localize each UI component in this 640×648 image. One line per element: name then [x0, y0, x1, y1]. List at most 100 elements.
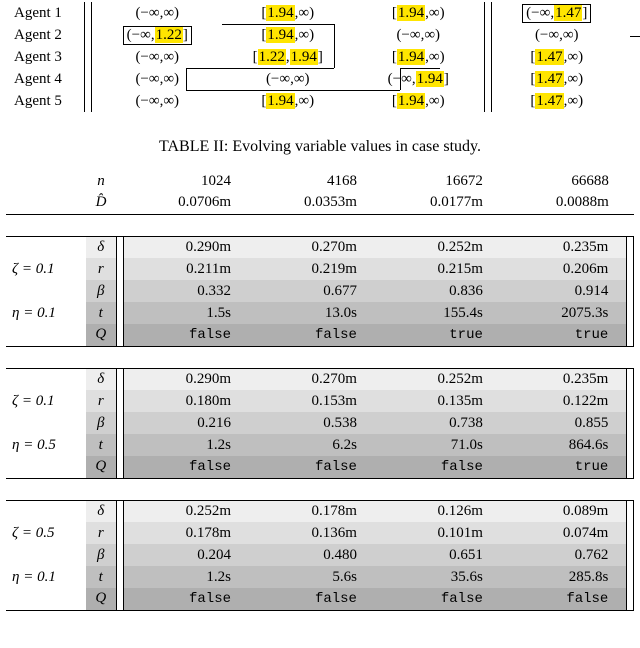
header-n: n	[86, 170, 117, 192]
agent-label: Agent 4	[6, 68, 84, 90]
header-d: D̂	[86, 192, 117, 214]
table-caption: TABLE II: Evolving variable values in ca…	[6, 138, 634, 156]
value-cell: false	[123, 588, 249, 610]
step-outline	[400, 68, 440, 69]
value-cell: 285.8s	[501, 566, 627, 588]
value-cell: 0.270m	[249, 236, 375, 258]
value-cell: 0.290m	[123, 236, 249, 258]
value-cell: 0.074m	[501, 522, 627, 544]
value-cell: 0.204	[123, 544, 249, 566]
step-outline	[186, 90, 400, 91]
header-n-value: 16672	[375, 170, 501, 192]
value-cell: 5.6s	[249, 566, 375, 588]
value-cell: 0.762	[501, 544, 627, 566]
agent-label: Agent 5	[6, 90, 84, 112]
row-symbol: r	[86, 522, 117, 544]
header-d-value: 0.0088m	[501, 192, 627, 214]
interval-cell: [1.47,∞)	[492, 90, 623, 112]
row-symbol: β	[86, 412, 117, 434]
agent-label: Agent 1	[6, 2, 84, 24]
step-outline	[334, 24, 335, 68]
value-cell: 0.235m	[501, 368, 627, 390]
value-cell: 0.270m	[249, 368, 375, 390]
interval-cell: [1.94,∞)	[223, 2, 354, 24]
value-cell: false	[123, 456, 249, 478]
interval-cell: (−∞,∞)	[92, 46, 223, 68]
agent-label: Agent 3	[6, 46, 84, 68]
row-symbol: β	[86, 544, 117, 566]
value-cell: 0.677	[249, 280, 375, 302]
interval-cell: [1.94,∞)	[223, 90, 354, 112]
value-cell: false	[375, 588, 501, 610]
value-cell: 0.178m	[249, 500, 375, 522]
interval-cell: (−∞,∞)	[92, 90, 223, 112]
value-cell: false	[249, 456, 375, 478]
group-eta: η = 0.5	[6, 434, 86, 456]
row-symbol: δ	[86, 500, 117, 522]
boxed-interval: (−∞,1.47]	[522, 4, 591, 23]
group-eta: η = 0.1	[6, 302, 86, 324]
value-cell: 2075.3s	[501, 302, 627, 324]
value-cell: false	[249, 324, 375, 346]
value-cell: 0.252m	[375, 236, 501, 258]
value-cell: 0.089m	[501, 500, 627, 522]
group-zeta: ζ = 0.1	[6, 390, 86, 412]
agent-row: Agent 2(−∞,1.22][1.94,∞)(−∞,∞)(−∞,∞)	[6, 24, 634, 46]
value-cell: 0.215m	[375, 258, 501, 280]
interval-cell: (−∞,1.47]	[492, 2, 623, 24]
value-cell: 0.651	[375, 544, 501, 566]
row-symbol: r	[86, 258, 117, 280]
header-n-value: 1024	[123, 170, 249, 192]
agent-row: Agent 1(−∞,∞)[1.94,∞)[1.94,∞)(−∞,1.47]	[6, 2, 634, 24]
value-cell: 0.206m	[501, 258, 627, 280]
value-cell: 0.914	[501, 280, 627, 302]
value-cell: false	[375, 456, 501, 478]
value-cell: 0.855	[501, 412, 627, 434]
value-cell: 0.235m	[501, 236, 627, 258]
value-cell: 864.6s	[501, 434, 627, 456]
agent-row: Agent 3(−∞,∞)[1.22,1.94][1.94,∞)[1.47,∞)	[6, 46, 634, 68]
interval-cell: (−∞,1.94]	[353, 68, 484, 90]
row-symbol: Q	[86, 324, 117, 346]
boxed-interval: (−∞,1.22]	[123, 26, 192, 45]
interval-cell: (−∞,∞)	[492, 24, 623, 46]
step-outline	[186, 68, 187, 90]
interval-cell: (−∞,1.22]	[92, 24, 223, 46]
value-cell: 0.122m	[501, 390, 627, 412]
value-cell: 0.153m	[249, 390, 375, 412]
interval-cell: (−∞,∞)	[92, 2, 223, 24]
value-cell: 0.480	[249, 544, 375, 566]
value-cell: 0.332	[123, 280, 249, 302]
row-symbol: r	[86, 390, 117, 412]
interval-cell: [1.94,∞)	[353, 2, 484, 24]
group-zeta: ζ = 0.5	[6, 522, 86, 544]
value-cell: true	[501, 456, 627, 478]
value-cell: 155.4s	[375, 302, 501, 324]
value-cell: 0.135m	[375, 390, 501, 412]
value-cell: 0.178m	[123, 522, 249, 544]
header-d-value: 0.0177m	[375, 192, 501, 214]
agent-row: Agent 4(−∞,∞)(−∞,∞)(−∞,1.94][1.47,∞)	[6, 68, 634, 90]
value-cell: 1.5s	[123, 302, 249, 324]
row-symbol: t	[86, 434, 117, 456]
interval-cell: [1.94,∞)	[353, 90, 484, 112]
value-cell: 0.538	[249, 412, 375, 434]
value-cell: 6.2s	[249, 434, 375, 456]
interval-cell: (−∞,∞)	[353, 24, 484, 46]
group-eta: η = 0.1	[6, 566, 86, 588]
value-cell: 0.738	[375, 412, 501, 434]
value-cell: 13.0s	[249, 302, 375, 324]
value-cell: false	[123, 324, 249, 346]
value-cell: 0.180m	[123, 390, 249, 412]
step-outline	[222, 24, 334, 25]
interval-cell: [1.94,∞)	[353, 46, 484, 68]
header-n-value: 66688	[501, 170, 627, 192]
interval-cell: [1.47,∞)	[492, 46, 623, 68]
step-outline	[400, 68, 401, 90]
value-cell: 0.252m	[375, 368, 501, 390]
value-cell: 1.2s	[123, 566, 249, 588]
row-symbol: t	[86, 566, 117, 588]
value-cell: 0.216	[123, 412, 249, 434]
agent-label: Agent 2	[6, 24, 84, 46]
row-symbol: t	[86, 302, 117, 324]
